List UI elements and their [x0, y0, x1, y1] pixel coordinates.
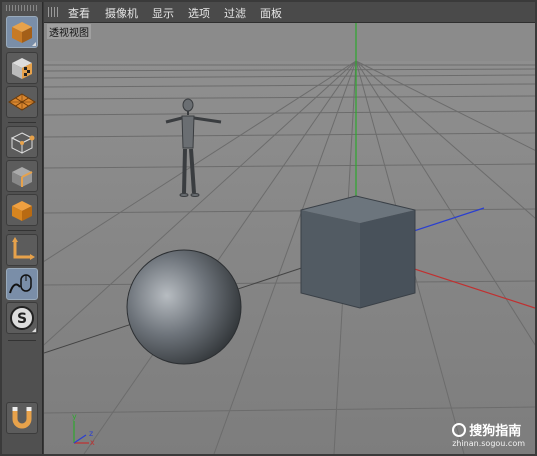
menu-camera[interactable]: 摄像机 [105, 5, 138, 21]
tweak-mode-button[interactable] [6, 268, 38, 300]
polygons-mode-button[interactable] [6, 194, 38, 226]
checker-cube-button[interactable] [6, 52, 38, 84]
sogou-logo-icon [452, 422, 467, 437]
menu-options[interactable]: 选项 [188, 5, 210, 21]
watermark: 搜狗指南 zhinan.sogou.com [452, 420, 525, 448]
menu-panel[interactable]: 面板 [260, 5, 282, 21]
menu-display[interactable]: 显示 [152, 5, 174, 21]
cube-object-button[interactable] [6, 16, 38, 48]
points-mode-button[interactable] [6, 126, 38, 158]
snap-button[interactable]: S [6, 302, 38, 334]
viewport-label[interactable]: 透视视图 [47, 24, 91, 39]
points-mode-icon [10, 132, 35, 154]
watermark-name: 搜狗指南 [469, 424, 522, 439]
menu-view[interactable]: 查看 [68, 5, 90, 21]
perspective-viewport[interactable]: 透视视图 y z x 搜狗指南 zhinan.sogou.com [44, 23, 535, 454]
magnet-icon [12, 407, 32, 429]
palette-divider [8, 340, 36, 341]
palette-divider [8, 122, 36, 123]
menu-filter[interactable]: 过滤 [224, 5, 246, 21]
gizmo-label-y: y [72, 412, 77, 421]
edges-mode-icon [12, 167, 33, 187]
axis-tool-button[interactable] [6, 234, 38, 266]
axis-tool-icon [12, 237, 35, 260]
scene-canvas [44, 23, 535, 454]
viewport-menu-bar: 查看 摄像机 显示 选项 过滤 面板 [44, 2, 535, 23]
palette-divider [8, 230, 36, 231]
submenu-corner-icon [32, 42, 36, 46]
palette-grip[interactable] [6, 5, 38, 11]
polygons-mode-icon [12, 201, 32, 221]
gizmo-label-x: x [90, 438, 95, 447]
app-window: S 查看 摄像机 显示 选项 过滤 面板 透视视图 y z x 搜狗指南 zhi… [0, 0, 537, 456]
magnet-button[interactable] [6, 402, 38, 434]
watermark-url: zhinan.sogou.com [452, 439, 525, 448]
menubar-grip[interactable] [48, 7, 60, 17]
checker-cube-icon [12, 58, 32, 79]
polygon-grid-icon [8, 93, 36, 111]
sphere-object [126, 249, 242, 365]
tweak-mouse-icon [9, 274, 32, 294]
submenu-corner-icon [32, 328, 36, 332]
polygon-grid-button[interactable] [6, 86, 38, 118]
edges-mode-button[interactable] [6, 160, 38, 192]
gizmo-label-z: z [89, 429, 94, 438]
cube-object [300, 195, 416, 309]
svg-text:S: S [17, 311, 27, 327]
tool-palette: S [2, 2, 43, 454]
